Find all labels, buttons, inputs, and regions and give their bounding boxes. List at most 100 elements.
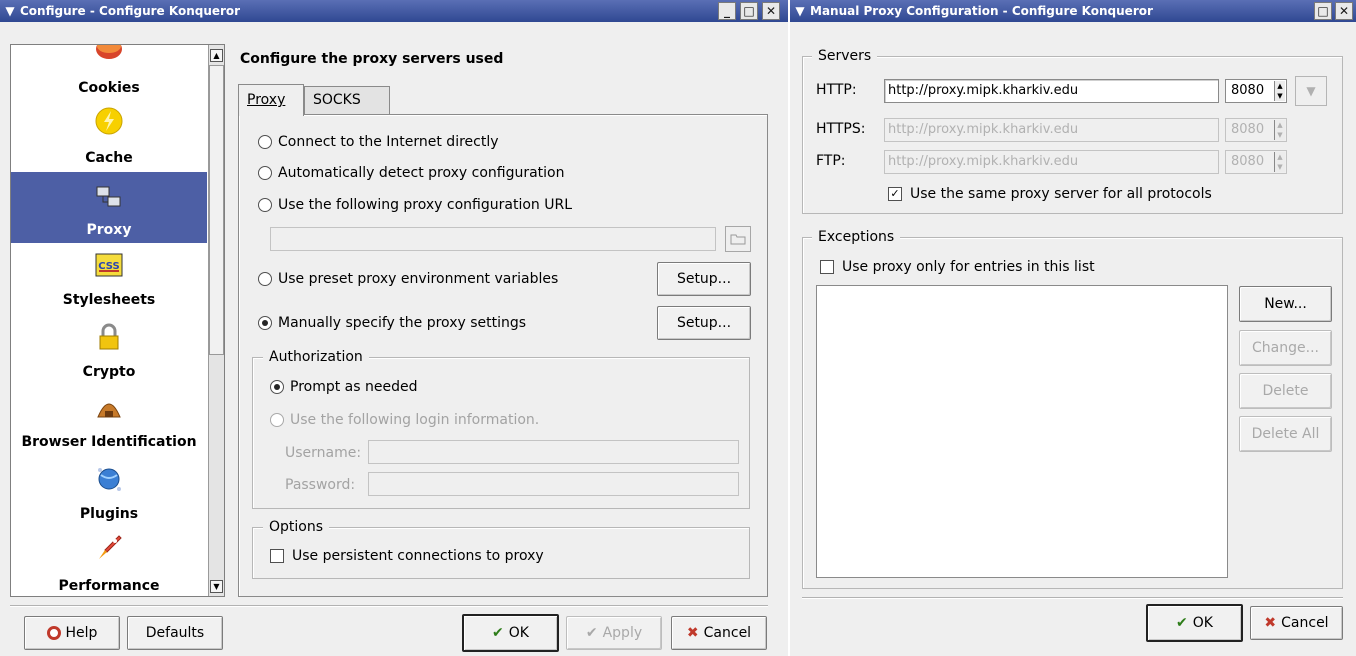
radio-config-url[interactable] xyxy=(258,198,272,212)
button-label: Apply xyxy=(602,625,643,641)
manual-setup-button[interactable]: Setup... xyxy=(657,306,751,340)
config-url-input[interactable] xyxy=(270,227,716,251)
http-port-spinbox[interactable]: 8080 ▲ ▼ xyxy=(1225,79,1287,103)
sidebar-item-label: Proxy xyxy=(86,222,132,238)
button-label: Help xyxy=(65,625,98,641)
help-lifebuoy-icon xyxy=(46,626,61,640)
http-proxy-input[interactable]: http://proxy.mipk.kharkiv.edu xyxy=(884,79,1219,103)
button-label: Cancel xyxy=(1281,615,1329,631)
help-button[interactable]: Help xyxy=(24,616,120,650)
radio-manual[interactable] xyxy=(258,316,272,330)
window-title: Configure - Configure Konqueror xyxy=(20,4,241,18)
css-icon: CSS xyxy=(95,253,123,277)
defaults-button[interactable]: Defaults xyxy=(127,616,223,650)
radio-env-vars[interactable] xyxy=(258,272,272,286)
sidebar-item-cookies[interactable]: Cookies xyxy=(11,45,207,101)
bottom-separator xyxy=(802,597,1343,599)
window-menu-icon[interactable]: ▼ xyxy=(2,3,18,19)
label-auto-detect: Automatically detect proxy configuration xyxy=(278,165,565,181)
label-manual: Manually specify the proxy settings xyxy=(278,315,527,331)
options-title: Options xyxy=(263,518,330,536)
tab-socks[interactable]: SOCKS xyxy=(304,86,390,114)
sidebar: Cookies Cache Proxy CSS Stylesheets Cryp… xyxy=(10,44,225,597)
spin-arrows-icon[interactable]: ▲ ▼ xyxy=(1274,152,1285,172)
ok-button[interactable]: ✔ OK xyxy=(462,614,559,652)
minimize-button[interactable]: _ xyxy=(718,2,736,20)
button-label: OK xyxy=(1192,615,1213,631)
ftp-proxy-input[interactable]: http://proxy.mipk.kharkiv.edu xyxy=(884,150,1219,174)
folder-icon xyxy=(730,234,746,245)
close-button[interactable]: ✕ xyxy=(762,2,780,20)
cookie-icon xyxy=(96,45,122,59)
button-label: Setup... xyxy=(676,315,732,331)
cancel-button[interactable]: ✖ Cancel xyxy=(671,616,767,650)
label-same-proxy: Use the same proxy server for all protoc… xyxy=(910,186,1212,202)
password-field[interactable] xyxy=(368,472,739,496)
label-persistent: Use persistent connections to proxy xyxy=(292,548,544,564)
browse-folder-button[interactable] xyxy=(725,226,751,252)
servers-title: Servers xyxy=(812,47,878,65)
window-menu-icon[interactable]: ▼ xyxy=(792,3,808,19)
http-label: HTTP: xyxy=(816,82,857,98)
button-label: Delete All xyxy=(1251,426,1320,442)
same-proxy-checkbox[interactable]: ✓ xyxy=(888,187,902,201)
sidebar-item-crypto[interactable]: Crypto xyxy=(11,313,207,385)
delete-exception-button[interactable]: Delete xyxy=(1239,373,1332,409)
configure-titlebar[interactable]: ▼ Configure - Configure Konqueror _ □ ✕ xyxy=(0,0,788,22)
port-dropdown-button[interactable]: ▼ xyxy=(1295,76,1327,106)
button-label: New... xyxy=(1264,296,1307,312)
plugins-globe-icon xyxy=(98,468,121,491)
ok-button[interactable]: ✔ OK xyxy=(1146,604,1243,642)
sidebar-item-performance[interactable]: Performance xyxy=(11,525,207,596)
scroll-thumb[interactable] xyxy=(209,65,224,355)
browser-id-icon xyxy=(97,403,121,418)
https-port-spinbox[interactable]: 8080 ▲ ▼ xyxy=(1225,118,1287,142)
apply-button[interactable]: ✔ Apply xyxy=(566,616,662,650)
port-value: 8080 xyxy=(1231,122,1265,137)
radio-prompt[interactable] xyxy=(270,380,284,394)
persistent-checkbox[interactable] xyxy=(270,549,284,563)
spin-arrows-icon[interactable]: ▲ ▼ xyxy=(1274,120,1285,140)
cache-lightning-icon xyxy=(95,107,123,135)
exceptions-list[interactable] xyxy=(816,285,1228,578)
env-setup-button[interactable]: Setup... xyxy=(657,262,751,296)
radio-auto-detect[interactable] xyxy=(258,166,272,180)
tab-label: Proxy xyxy=(247,92,286,108)
port-value: 8080 xyxy=(1231,83,1265,98)
button-label: Cancel xyxy=(703,625,752,641)
spin-arrows-icon[interactable]: ▲ ▼ xyxy=(1274,81,1285,101)
button-label: OK xyxy=(508,625,529,641)
maximize-button[interactable]: □ xyxy=(740,2,758,20)
sidebar-item-label: Cache xyxy=(85,150,133,166)
port-value: 8080 xyxy=(1231,154,1265,169)
cancel-x-icon: ✖ xyxy=(1264,615,1277,631)
scroll-up-button[interactable]: ▲ xyxy=(210,49,223,62)
sidebar-item-stylesheets[interactable]: CSS Stylesheets xyxy=(11,243,207,313)
tab-proxy[interactable]: Proxy xyxy=(238,84,304,116)
sidebar-scrollbar[interactable]: ▲ ▼ xyxy=(208,45,224,596)
sidebar-item-plugins[interactable]: Plugins xyxy=(11,455,207,525)
sidebar-item-proxy[interactable]: Proxy xyxy=(11,172,207,243)
sidebar-item-browser-identification[interactable]: Browser Identification xyxy=(11,385,207,455)
scroll-down-button[interactable]: ▼ xyxy=(210,580,223,593)
close-button[interactable]: ✕ xyxy=(1335,2,1353,20)
ftp-port-spinbox[interactable]: 8080 ▲ ▼ xyxy=(1225,150,1287,174)
radio-use-login[interactable] xyxy=(270,413,284,427)
sidebar-item-cache[interactable]: Cache xyxy=(11,101,207,171)
delete-all-exceptions-button[interactable]: Delete All xyxy=(1239,416,1332,452)
button-label: Change... xyxy=(1252,340,1319,356)
change-exception-button[interactable]: Change... xyxy=(1239,330,1332,366)
username-field[interactable] xyxy=(368,440,739,464)
tab-label: SOCKS xyxy=(313,92,361,108)
radio-direct[interactable] xyxy=(258,135,272,149)
sidebar-item-label: Crypto xyxy=(82,364,136,380)
page-heading: Configure the proxy servers used xyxy=(240,51,504,67)
new-exception-button[interactable]: New... xyxy=(1239,286,1332,322)
https-proxy-input[interactable]: http://proxy.mipk.kharkiv.edu xyxy=(884,118,1219,142)
check-icon: ✔ xyxy=(492,625,504,641)
maximize-button[interactable]: □ xyxy=(1314,2,1332,20)
only-list-checkbox[interactable] xyxy=(820,260,834,274)
label-direct: Connect to the Internet directly xyxy=(278,134,499,150)
cancel-button[interactable]: ✖ Cancel xyxy=(1250,606,1343,640)
manual-proxy-titlebar[interactable]: ▼ Manual Proxy Configuration - Configure… xyxy=(790,0,1356,22)
